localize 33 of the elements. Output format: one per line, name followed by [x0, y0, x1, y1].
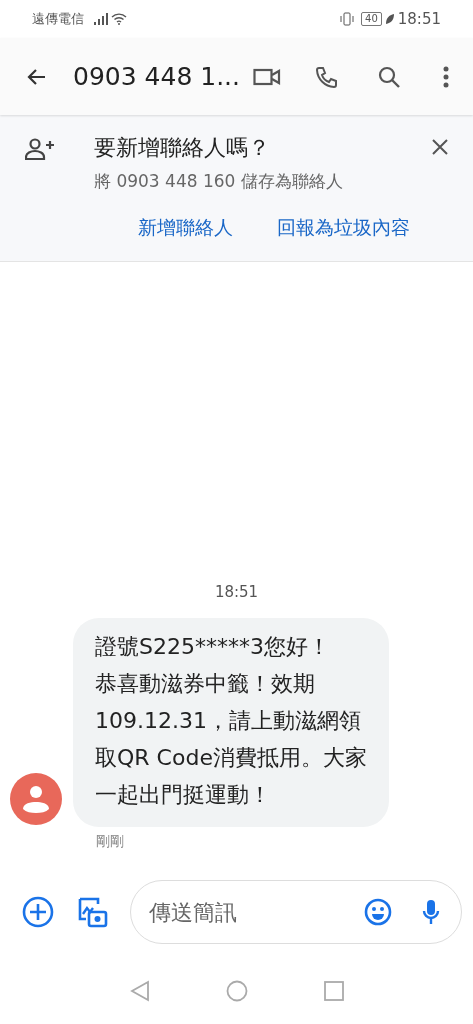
message-time: 剛剛 — [96, 832, 125, 851]
message-line: 證號S225*****3您好！ — [95, 633, 330, 661]
emoji-icon[interactable] — [364, 898, 392, 926]
carrier-name: 遠傳電信 — [32, 10, 84, 29]
message-line: 一起出門挺運動！ — [95, 781, 271, 809]
message-line: 恭喜動滋券中籤！效期 — [95, 670, 315, 698]
avatar-icon — [10, 773, 62, 825]
banner-action-button[interactable]: 新增聯絡人 — [138, 212, 233, 241]
clock-time: 18:51 — [397, 8, 441, 30]
conversation-title: 0903 448 1... — [73, 60, 240, 93]
leaf-icon — [384, 13, 395, 25]
close-icon[interactable] — [432, 139, 448, 155]
message-line: 109.12.31，請上動滋網領 — [95, 707, 361, 735]
banner-title: 要新增聯絡人嗎？ — [94, 134, 271, 162]
vibrate-icon — [339, 12, 356, 26]
wifi-icon — [111, 13, 127, 25]
video-camera-icon[interactable] — [253, 66, 281, 87]
add-person-icon — [25, 138, 55, 160]
banner-action-button[interactable]: 回報為垃圾內容 — [277, 212, 410, 241]
gallery-camera-icon[interactable] — [76, 896, 108, 928]
conversation-timestamp: 18:51 — [214, 581, 259, 603]
message-line: 取QR Code消費抵用。大家 — [95, 744, 367, 772]
phone-icon[interactable] — [315, 64, 339, 89]
message-input-field[interactable]: 傳送簡訊 — [130, 880, 462, 944]
microphone-icon[interactable] — [422, 899, 440, 925]
banner-subtitle: 將 0903 448 160 儲存為聯絡人 — [94, 170, 344, 193]
signal-icon — [94, 13, 108, 25]
add-icon[interactable] — [22, 896, 54, 928]
more-options-icon[interactable] — [443, 65, 449, 88]
back-nav-icon[interactable] — [128, 980, 151, 1002]
home-nav-icon[interactable] — [225, 980, 248, 1002]
battery-indicator: 40 — [361, 12, 382, 26]
search-icon[interactable] — [377, 64, 401, 89]
